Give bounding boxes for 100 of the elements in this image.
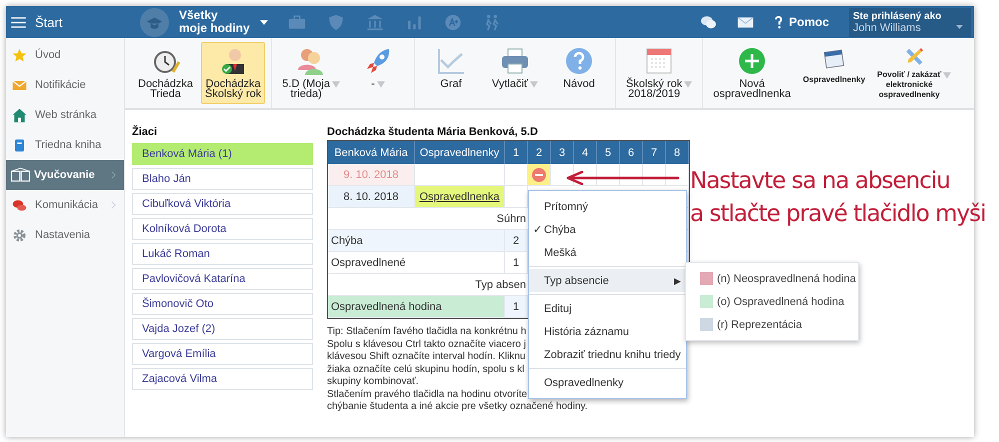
student-item[interactable]: Vajda Jozef (2) [132,318,313,340]
menu-item[interactable]: Edituj [529,297,686,320]
help-icon [774,15,783,29]
lesson-cell[interactable] [643,164,666,186]
annotation-text: a stlačte pravé tlačidlo myši [690,200,986,229]
student-item[interactable]: Šimonovič Oto [132,293,313,315]
lessons-selector[interactable]: Všetky moje hodiny [179,9,250,35]
tip-text: Tip: Stlačením ľavého tlačidla na konkrétnu h [327,326,526,338]
caret-icon [260,20,268,24]
envelope-icon [12,78,27,92]
toolbar-button[interactable]: - [348,42,408,104]
book-icon [12,138,27,152]
sidebar-item[interactable]: Vyučovanie [6,160,124,190]
student-item[interactable]: Zajacová Vilma [132,368,313,390]
line-chart-icon [436,46,466,76]
menu-item[interactable]: (o) Ospravedlnená hodina [686,290,858,313]
caret-icon [956,24,963,28]
student-item[interactable]: Lukáč Roman [132,243,313,265]
toolbar-button[interactable]: Dochádzka Trieda [134,42,198,104]
printer-icon [500,46,530,76]
envelope-icon[interactable] [736,14,754,30]
sidebar-item[interactable]: Komunikácia [6,190,124,220]
help-icon [564,46,594,76]
start-link[interactable]: Štart [35,14,62,30]
tip-text: Spolu s klávesou Ctrl takto označíte viacero j [327,338,526,351]
tip-text: klávesou Shift označíte interval hodín. Kliknu [327,351,526,364]
student-item[interactable]: Kolníková Dorota [132,218,313,240]
toolbar-button[interactable]: Dochádzka Školský rok [201,42,266,104]
date-cell: 9. 10. 2018 [328,164,415,186]
lesson-cell[interactable] [597,164,620,186]
sidebar-item[interactable]: Nastavenia [6,220,124,250]
lesson-cell[interactable] [620,164,643,186]
lesson-cell[interactable] [574,164,597,186]
lesson-cell[interactable] [666,164,689,186]
menu-item[interactable]: (r) Reprezentácia [686,313,858,336]
students-heading: Žiaci [132,126,158,138]
summary-label: Chýba [328,230,505,252]
column-header: 2 [528,141,551,164]
lesson-cell[interactable] [528,164,551,186]
menu-item[interactable]: Zobraziť triednu knihu triedy [529,343,686,366]
graduation-cap-icon [140,8,169,36]
annotation-text: Nastavte sa na absenciu [690,167,950,196]
student-item[interactable]: Pavlovičová Katarína [132,268,313,290]
column-header: 1 [505,141,528,164]
calendar-icon [644,46,674,76]
summary-value: 1 [505,296,528,318]
summary-label: Ospravedlnená hodina [328,296,505,318]
briefcase-icon[interactable] [288,14,306,30]
toolbar-button[interactable]: Návod [548,42,609,104]
summary-heading: Typ absen [475,278,526,290]
toolbar-button[interactable]: Nová ospravedlnenka [709,42,795,104]
check-mark: ✓ [533,223,542,236]
shield-icon[interactable] [326,14,345,30]
menu-item[interactable]: Mešká [529,241,686,264]
grade-icon[interactable] [444,14,462,30]
excuse-link[interactable]: Ospravedlnenka [419,190,500,202]
sidebar-item[interactable]: Triedna kniha [6,130,124,160]
tip-text: chýbanie študenta a iné akcie pre všetky označené hodiny. [327,401,588,414]
column-header: 6 [620,141,643,164]
student-item[interactable]: Cibuľková Viktória [132,193,313,215]
menu-icon[interactable] [11,16,26,28]
column-header: 4 [574,141,597,164]
tip-text: skupiny kombinovať. [327,376,419,388]
column-header: 3 [551,141,574,164]
lesson-cell[interactable] [551,164,574,186]
add-icon [737,46,768,76]
menu-item[interactable]: Typ absencie ▶ [529,269,686,292]
chat-icon [12,198,27,212]
toolbar-button[interactable]: Graf [420,42,481,104]
menu-item[interactable]: Ospravedlnenky [529,371,686,394]
chat-icon[interactable] [700,14,717,30]
sidebar-item[interactable]: Úvod [6,40,124,70]
user-menu[interactable]: Ste prihlásený ako John Williams [849,8,971,36]
column-header: Ospravedlnenky [415,141,505,164]
student-item[interactable]: Vargová Emília [132,343,313,365]
summary-value: 2 [505,230,528,252]
menu-item[interactable]: Prítomný [529,195,686,218]
menu-item[interactable]: ✓ Chýba [529,218,686,241]
attendance-heading: Dochádzka študenta Mária Benková, 5.D [327,126,539,138]
summary-label: Ospravedlnené [328,252,505,274]
column-header: 7 [643,141,666,164]
menu-item[interactable]: (n) Neospravedlnená hodina [686,267,858,290]
student-item[interactable]: Benková Mária (1) [132,143,313,165]
sidebar-item[interactable]: Notifikácie [6,70,124,100]
toolbar-button[interactable]: Školský rok 2018/2019 [622,42,696,104]
sidebar-item[interactable]: Web stránka [6,100,124,130]
gear-icon [12,228,27,242]
help-link[interactable]: Pomoc [788,15,829,29]
toolbar-button[interactable]: Ospravedlnenky [798,42,870,104]
toolbar-button[interactable]: Vytlačiť [484,42,545,104]
toolbar-button[interactable]: 5.D (Moja trieda) [278,42,344,104]
absence-icon[interactable] [532,168,546,182]
student-item[interactable]: Blaho Ján [132,168,313,190]
tip-text: Stlačením pravého tlačidla na hodinu otvoríte [327,388,528,401]
submenu-arrow: ▶ [674,276,681,286]
menu-item[interactable]: História záznamu [529,320,686,343]
bank-icon[interactable] [366,14,384,30]
toolbar-button[interactable]: Povoliť / zakázať elektronické ospravedlnenky [873,42,956,104]
house-icon [12,108,27,122]
column-header: Benková Mária [328,141,415,164]
